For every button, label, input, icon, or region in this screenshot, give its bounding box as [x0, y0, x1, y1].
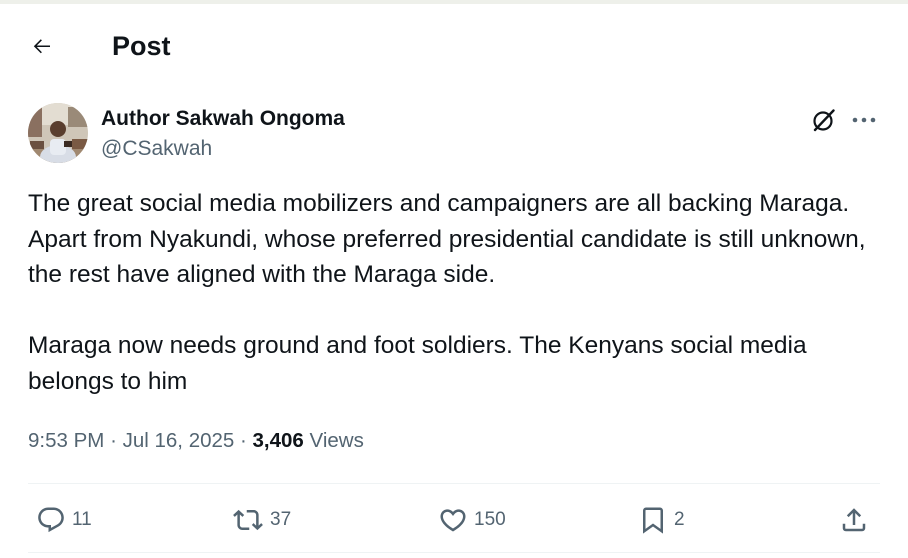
bookmark-icon — [638, 505, 668, 535]
author-handle[interactable]: @CSakwah — [101, 136, 212, 162]
page-title: Post — [112, 31, 171, 61]
arrow-left-icon — [30, 34, 54, 58]
bookmark-button[interactable]: 2 — [638, 500, 685, 540]
repost-icon — [232, 505, 264, 535]
views-label: Views — [309, 429, 364, 452]
repost-count: 37 — [270, 509, 292, 530]
meta-separator: · — [110, 429, 117, 452]
post-paragraph: Maraga now needs ground and foot soldier… — [28, 332, 807, 395]
post-meta: 9:53 PM · Jul 16, 2025 · 3,406 Views — [28, 427, 364, 455]
avatar[interactable] — [28, 103, 88, 163]
post-text: The great social media mobilizers and ca… — [28, 186, 888, 399]
reply-button[interactable]: 11 — [36, 500, 92, 540]
grok-icon — [811, 107, 837, 133]
repost-button[interactable]: 37 — [232, 500, 291, 540]
reply-icon — [36, 505, 66, 535]
post-time[interactable]: 9:53 PM — [28, 429, 104, 452]
back-button[interactable] — [22, 26, 62, 66]
avatar-photo-icon — [28, 103, 88, 163]
like-count: 150 — [474, 509, 506, 530]
grok-button[interactable] — [810, 106, 838, 134]
more-horizontal-icon — [851, 116, 877, 124]
post-paragraph: The great social media mobilizers and ca… — [28, 190, 866, 288]
like-button[interactable]: 150 — [438, 500, 506, 540]
heart-icon — [438, 505, 468, 535]
more-options-button[interactable] — [849, 106, 879, 134]
share-button[interactable] — [839, 500, 869, 540]
views-count: 3,406 — [252, 429, 304, 452]
page-header: Post — [0, 4, 908, 82]
meta-separator: · — [240, 429, 247, 452]
post-date[interactable]: Jul 16, 2025 — [123, 429, 235, 452]
bookmark-count: 2 — [674, 509, 685, 530]
divider — [28, 552, 880, 553]
divider — [28, 483, 880, 484]
reply-count: 11 — [72, 509, 92, 530]
author-name[interactable]: Author Sakwah Ongoma — [101, 106, 345, 132]
action-bar: 11 37 150 2 — [0, 500, 908, 540]
share-icon — [839, 505, 869, 535]
